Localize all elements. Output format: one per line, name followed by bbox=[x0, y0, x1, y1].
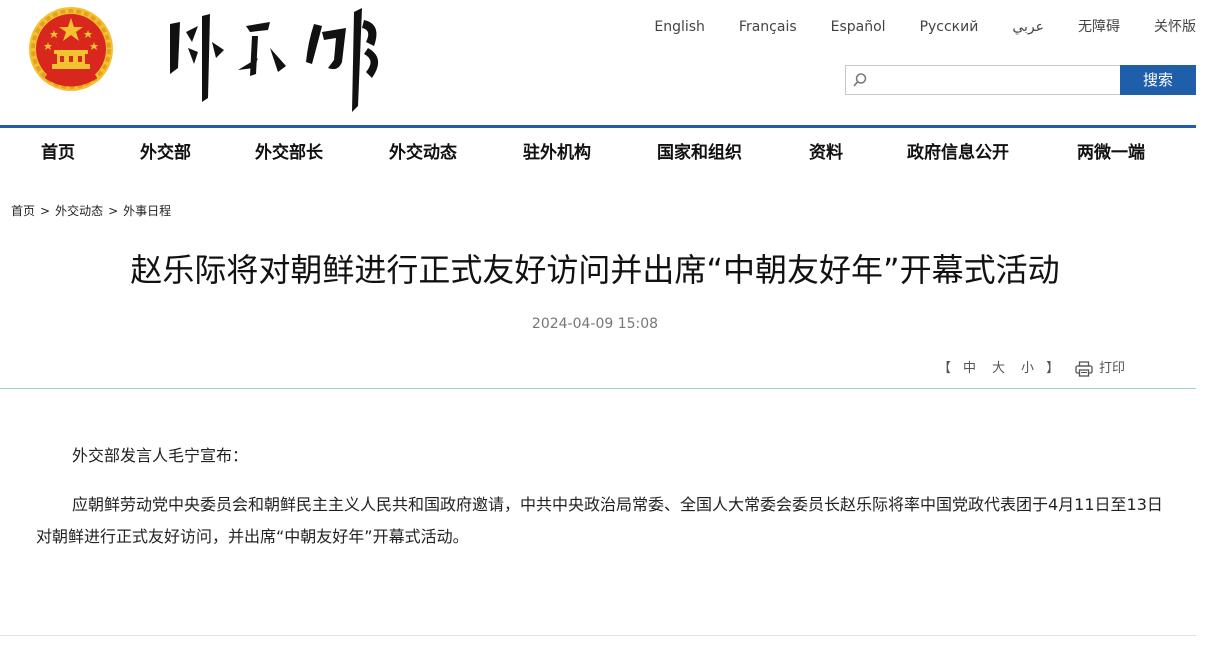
accessibility-link[interactable]: 无障碍 bbox=[1078, 17, 1120, 37]
nav-item-government-info[interactable]: 政府信息公开 bbox=[907, 142, 1009, 164]
search-button[interactable]: 搜索 bbox=[1120, 65, 1196, 95]
search-box bbox=[845, 65, 1121, 95]
article-title: 赵乐际将对朝鲜进行正式友好访问并出席“中朝友好年”开幕式活动 bbox=[130, 251, 1060, 289]
nav-item-home[interactable]: 首页 bbox=[41, 142, 75, 164]
nav-item-social-media[interactable]: 两微一端 bbox=[1077, 142, 1145, 164]
search-input[interactable] bbox=[872, 66, 1116, 94]
nav-item-missions-overseas[interactable]: 驻外机构 bbox=[523, 142, 591, 164]
article-paragraph: 外交部发言人毛宁宣布： bbox=[72, 446, 249, 465]
lang-french-link[interactable]: Français bbox=[739, 17, 797, 37]
lang-english-link[interactable]: English bbox=[654, 17, 705, 37]
font-size-small-button[interactable]: 小 bbox=[1021, 359, 1034, 379]
bracket-open: 【 bbox=[938, 361, 952, 376]
font-size-medium-button[interactable]: 大 bbox=[992, 359, 1005, 379]
font-size-large-button[interactable]: 中 bbox=[963, 359, 976, 379]
print-button[interactable]: 打印 bbox=[1075, 359, 1125, 379]
bottom-divider bbox=[0, 635, 1196, 636]
printer-icon bbox=[1075, 361, 1093, 377]
article-body: 外交部发言人毛宁宣布： 应朝鲜劳动党中央委员会和朝鲜民主主义人民共和国政府邀请，… bbox=[36, 440, 1176, 570]
breadcrumb-separator: > bbox=[40, 204, 51, 218]
language-bar: English Français Español Русский عربي 无障… bbox=[620, 17, 1196, 37]
lang-russian-link[interactable]: Русский bbox=[920, 17, 979, 37]
nav-item-minister[interactable]: 外交部长 bbox=[255, 142, 323, 164]
font-size-tools: 【 中 大 小 】 bbox=[934, 359, 1063, 379]
breadcrumb-section[interactable]: 外交动态 bbox=[55, 204, 103, 218]
nav-item-diplomatic-news[interactable]: 外交动态 bbox=[389, 142, 457, 164]
breadcrumb-separator: > bbox=[108, 204, 119, 218]
nav-item-ministry[interactable]: 外交部 bbox=[140, 142, 191, 164]
article-paragraph: 应朝鲜劳动党中央委员会和朝鲜民主主义人民共和国政府邀请，中共中央政治局常委、全国… bbox=[36, 495, 1163, 546]
lang-arabic-link[interactable]: عربي bbox=[1012, 17, 1044, 37]
breadcrumb: 首页 > 外交动态 > 外事日程 bbox=[11, 202, 171, 220]
search-icon bbox=[852, 72, 868, 88]
nav-item-countries-organizations[interactable]: 国家和组织 bbox=[657, 142, 742, 164]
search-bar: 搜索 bbox=[845, 65, 1196, 95]
content-divider bbox=[0, 388, 1196, 389]
main-nav: 首页 外交部 外交部长 外交动态 驻外机构 国家和组织 资料 政府信息公开 两微… bbox=[0, 128, 1196, 178]
care-version-link[interactable]: 关怀版 bbox=[1154, 17, 1196, 37]
print-label: 打印 bbox=[1099, 361, 1126, 376]
bracket-close: 】 bbox=[1046, 361, 1060, 376]
article-date: 2024-04-09 15:08 bbox=[531, 316, 659, 332]
national-emblem-icon bbox=[26, 4, 116, 94]
nav-item-resources[interactable]: 资料 bbox=[809, 142, 843, 164]
ministry-calligraphy-logo bbox=[158, 2, 390, 114]
breadcrumb-home[interactable]: 首页 bbox=[11, 204, 35, 218]
lang-spanish-link[interactable]: Español bbox=[831, 17, 886, 37]
breadcrumb-current[interactable]: 外事日程 bbox=[123, 204, 171, 218]
